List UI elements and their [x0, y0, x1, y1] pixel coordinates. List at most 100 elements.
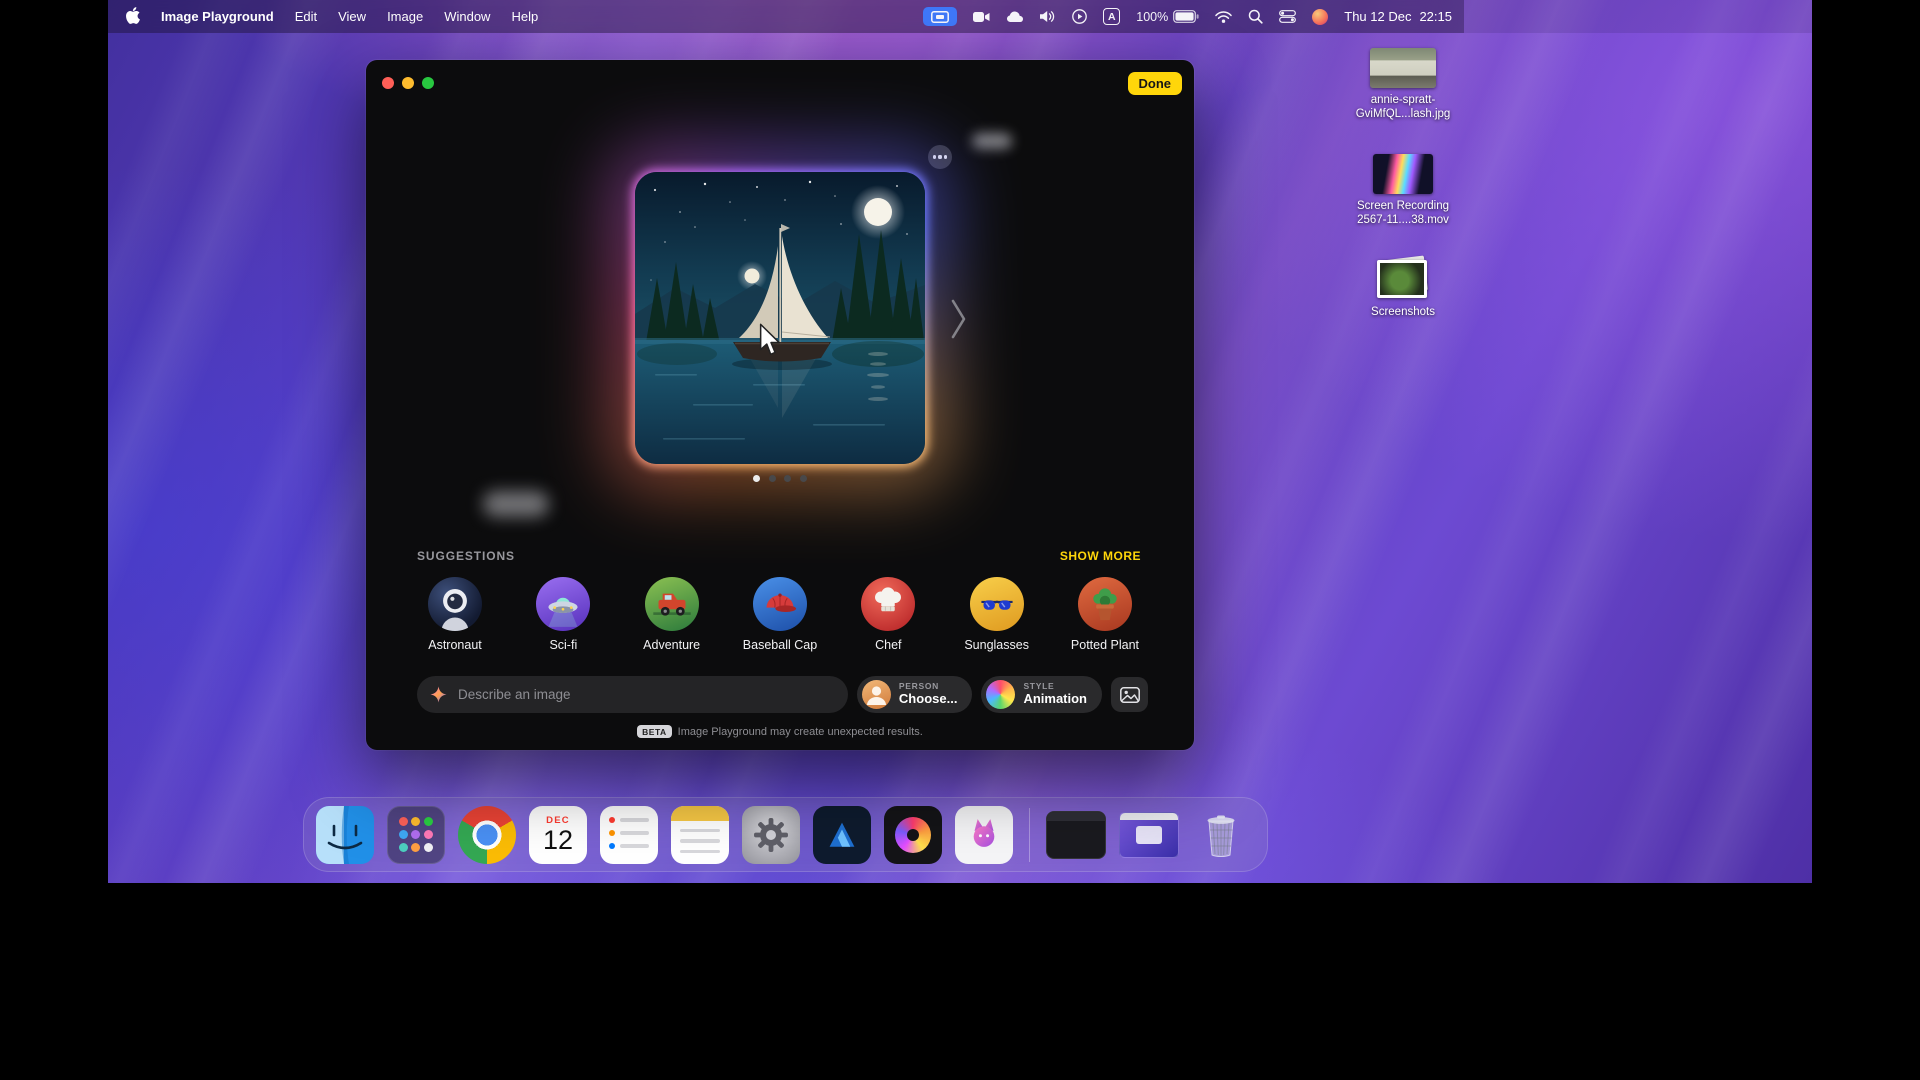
carousel-page-dots[interactable] — [366, 475, 1194, 482]
suggestion-label: Baseball Cap — [743, 638, 817, 652]
suggestion-label: Sci-fi — [549, 638, 577, 652]
potted-plant-icon — [1078, 577, 1132, 631]
chef-hat-icon — [861, 577, 915, 631]
page-dot — [800, 475, 807, 482]
prompt-input[interactable] — [456, 686, 835, 703]
jeep-icon — [645, 577, 699, 631]
suggestion-label: Potted Plant — [1071, 638, 1139, 652]
dock-item-minimized-window[interactable] — [1119, 812, 1179, 858]
gear-icon — [752, 816, 790, 854]
desktop-file-screen-recording-mov[interactable]: Screen Recording 2567-11....38.mov — [1346, 154, 1460, 228]
dock-item-finder[interactable] — [316, 806, 374, 864]
dock-item-chrome[interactable] — [458, 806, 516, 864]
zoom-button[interactable] — [422, 77, 434, 89]
file-label: Screen Recording 2567-11....38.mov — [1347, 200, 1459, 228]
suggestion-adventure[interactable]: Adventure — [621, 577, 723, 652]
desktop-folder-screenshots[interactable]: Screenshots — [1346, 256, 1460, 320]
video-camera-icon[interactable] — [973, 11, 990, 23]
page-dot — [769, 475, 776, 482]
ufo-icon — [536, 577, 590, 631]
suggestion-sunglasses[interactable]: Sunglasses — [946, 577, 1048, 652]
input-source-icon[interactable]: A — [1103, 8, 1120, 25]
astronaut-icon — [428, 577, 482, 631]
redacted-text-blur — [972, 133, 1012, 149]
battery-icon — [1173, 10, 1199, 23]
page-dot-active — [753, 475, 760, 482]
control-center-icon[interactable] — [1279, 10, 1296, 23]
mouse-cursor — [757, 323, 783, 362]
person-chip[interactable]: PERSON Choose... — [857, 676, 973, 713]
battery-status[interactable]: 100% — [1136, 10, 1199, 24]
close-button[interactable] — [382, 77, 394, 89]
app-menu-title[interactable]: Image Playground — [161, 9, 274, 24]
suggestion-chef[interactable]: Chef — [837, 577, 939, 652]
wifi-icon[interactable] — [1215, 11, 1232, 23]
dock-item-notes[interactable] — [671, 806, 729, 864]
menu-time: 22:15 — [1419, 9, 1452, 24]
menu-window[interactable]: Window — [444, 9, 490, 24]
done-button[interactable]: Done — [1128, 72, 1183, 95]
cloud-icon[interactable] — [1006, 11, 1024, 23]
dock-item-trash[interactable] — [1192, 806, 1250, 864]
next-image-chevron[interactable] — [951, 299, 967, 344]
apple-icon — [126, 7, 140, 24]
suggestion-sci-fi[interactable]: Sci-fi — [512, 577, 614, 652]
screenshots-stack-thumbnail — [1374, 256, 1432, 300]
suggestion-label: Astronaut — [428, 638, 482, 652]
page-dot — [784, 475, 791, 482]
person-value: Choose... — [899, 692, 958, 707]
user-account-icon[interactable] — [1312, 9, 1328, 25]
image-file-thumbnail — [1370, 48, 1436, 88]
photo-icon — [1120, 687, 1140, 703]
sparkle-icon — [430, 686, 447, 703]
style-chip[interactable]: STYLE Animation — [981, 676, 1102, 713]
color-wheel-icon — [895, 817, 931, 853]
file-label: annie-spratt-GviMfQL...lash.jpg — [1347, 94, 1459, 122]
choose-photo-button[interactable] — [1111, 677, 1148, 712]
desktop-file-annie-spratt-jpg[interactable]: annie-spratt-GviMfQL...lash.jpg — [1346, 48, 1460, 122]
spotlight-search-icon[interactable] — [1248, 9, 1263, 24]
suggestion-label: Sunglasses — [964, 638, 1029, 652]
menu-view[interactable]: View — [338, 9, 366, 24]
beta-note: Image Playground may create unexpected r… — [678, 726, 923, 738]
screen-recording-indicator-icon[interactable] — [923, 7, 957, 26]
menu-clock[interactable]: Thu 12 Dec 22:15 — [1344, 9, 1452, 24]
battery-percent: 100% — [1136, 10, 1168, 24]
suggestions-header: SUGGESTIONS — [417, 549, 515, 563]
volume-icon[interactable] — [1040, 10, 1056, 23]
dock-item-motion-editor[interactable] — [884, 806, 942, 864]
suggestion-astronaut[interactable]: Astronaut — [404, 577, 506, 652]
dock-item-reminders[interactable] — [600, 806, 658, 864]
baseball-cap-icon — [753, 577, 807, 631]
dock-item-dark-window[interactable] — [1046, 811, 1106, 859]
suggestion-potted-plant[interactable]: Potted Plant — [1054, 577, 1156, 652]
dock-item-affinity-designer[interactable] — [813, 806, 871, 864]
dock-item-cat-app[interactable] — [955, 806, 1013, 864]
movie-file-thumbnail — [1373, 154, 1433, 194]
suggestions-row: Astronaut Sci-fi — [404, 577, 1156, 652]
menu-help[interactable]: Help — [511, 9, 538, 24]
style-value: Animation — [1023, 692, 1087, 707]
trash-icon — [1192, 806, 1250, 864]
finder-icon — [316, 806, 374, 864]
menu-bar: Image Playground Edit View Image Window … — [108, 0, 1464, 33]
now-playing-icon[interactable] — [1072, 9, 1087, 24]
dock-divider — [1029, 808, 1030, 862]
generated-image-carousel[interactable] — [635, 172, 925, 464]
affinity-icon — [822, 815, 862, 855]
dock-item-calendar[interactable]: DEC 12 — [529, 806, 587, 864]
dock-item-launchpad[interactable] — [387, 806, 445, 864]
menu-edit[interactable]: Edit — [295, 9, 317, 24]
show-more-button[interactable]: SHOW MORE — [1060, 549, 1141, 563]
apple-menu[interactable] — [126, 7, 140, 27]
minimize-button[interactable] — [402, 77, 414, 89]
dock-item-system-settings[interactable] — [742, 806, 800, 864]
suggestion-baseball-cap[interactable]: Baseball Cap — [729, 577, 831, 652]
desktop-icon-column: annie-spratt-GviMfQL...lash.jpg Screen R… — [1346, 48, 1460, 368]
menu-image[interactable]: Image — [387, 9, 423, 24]
prompt-field[interactable] — [417, 676, 848, 713]
secondary-display-menubar — [1464, 0, 1812, 33]
generated-image-sailboat[interactable] — [635, 172, 925, 464]
image-playground-window: Done — [366, 60, 1194, 750]
cat-icon — [961, 812, 1007, 858]
